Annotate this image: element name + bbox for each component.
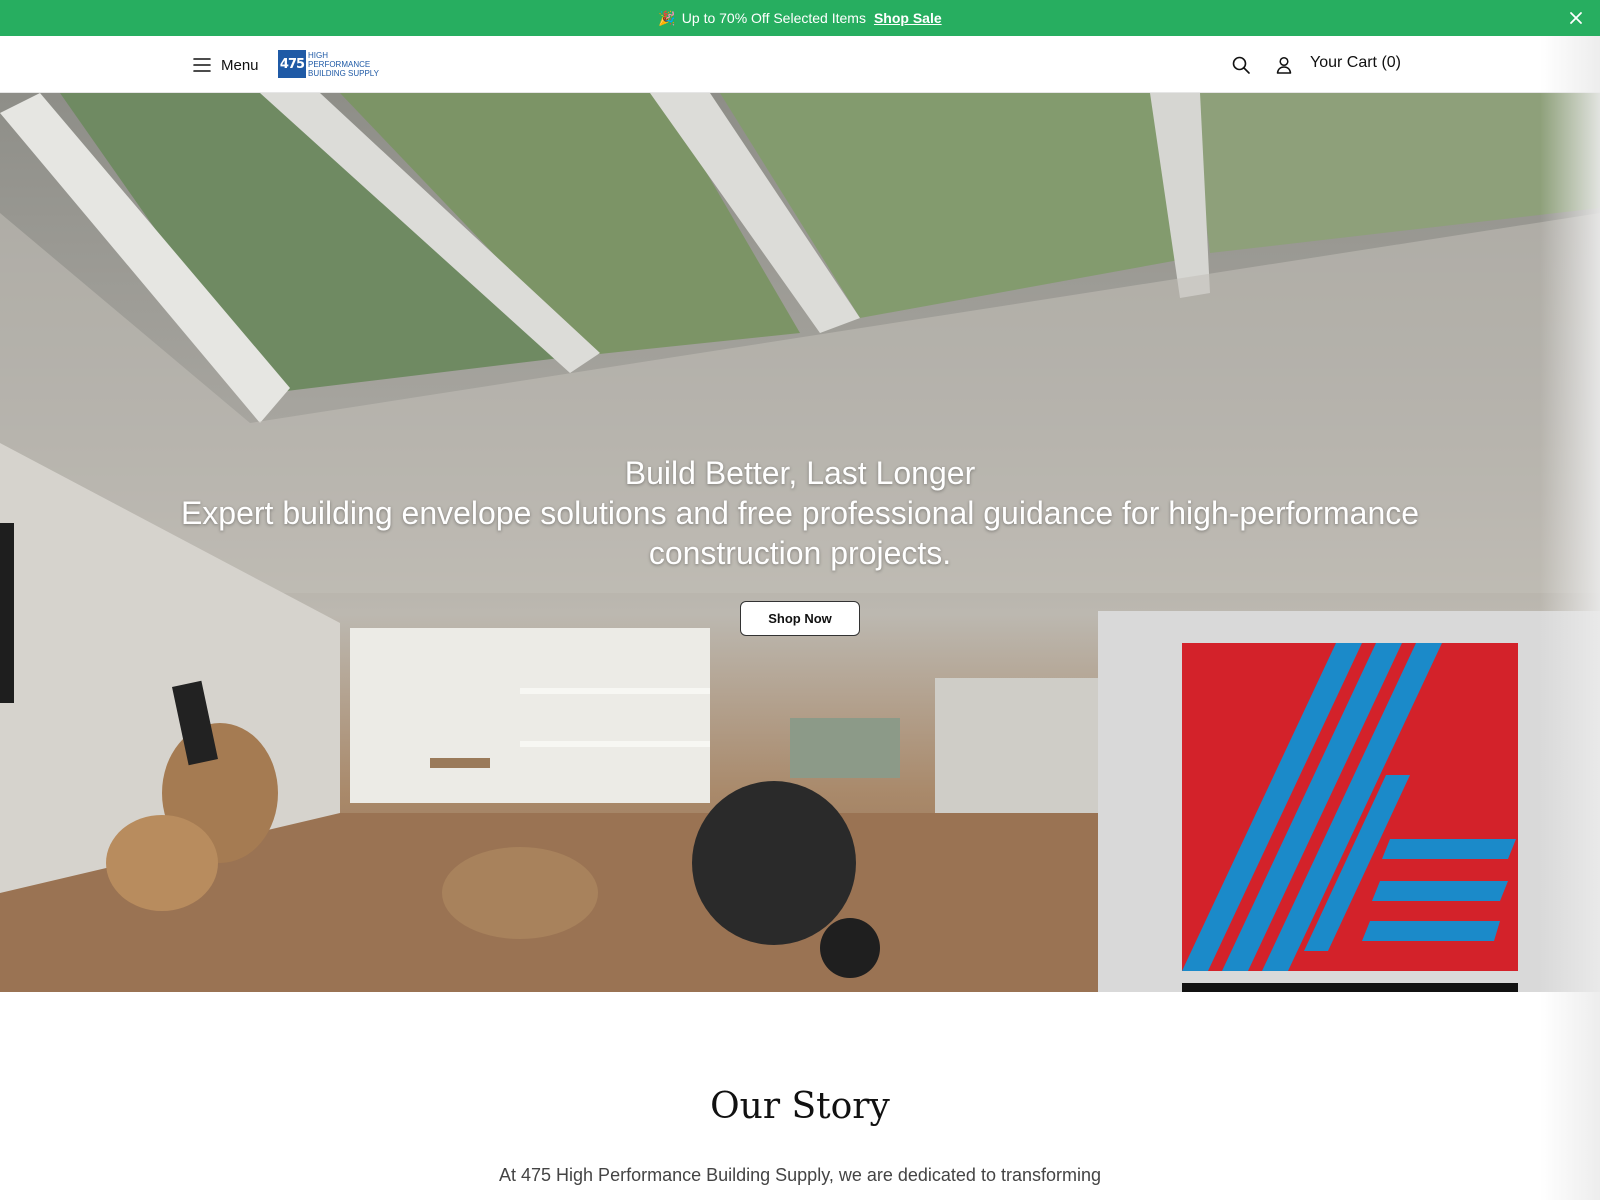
cart-link[interactable]: Your Cart (0): [1310, 54, 1401, 72]
logo-line-1: HIGH: [308, 50, 328, 60]
account-button[interactable]: [1274, 55, 1294, 75]
hero-banner: Build Better, Last Longer Expert buildin…: [0, 93, 1600, 992]
hero-title: Build Better, Last Longer: [624, 455, 976, 491]
shelf: [520, 688, 710, 694]
our-story-section: Our Story At 475 High Performance Buildi…: [0, 992, 1600, 1200]
search-icon: [1232, 56, 1250, 74]
logo-mark: 475: [278, 50, 306, 78]
search-button[interactable]: [1231, 55, 1251, 75]
announcement-text: Up to 70% Off Selected Items: [681, 10, 866, 26]
exercise-ball: [692, 781, 856, 945]
user-icon: [1276, 56, 1292, 74]
window: [790, 718, 900, 778]
close-announcement-button[interactable]: [1566, 8, 1586, 28]
hero-content: Build Better, Last Longer Expert buildin…: [0, 453, 1600, 636]
menu-button[interactable]: Menu: [193, 53, 259, 77]
brand-logo-panel: [1098, 611, 1600, 992]
stool: [430, 758, 490, 768]
site-logo[interactable]: 475 HIGH PERFORMANCE BUILDING SUPPLY: [278, 49, 388, 79]
story-title: Our Story: [710, 1086, 890, 1127]
hero-subtitle: Expert building envelope solutions and f…: [180, 495, 1420, 571]
hamburger-icon: [193, 58, 211, 72]
basket: [106, 815, 218, 911]
brand-logo: [1182, 643, 1518, 992]
shelf: [520, 741, 710, 747]
basket: [442, 847, 598, 939]
logo-line-2: PERFORMANCE: [308, 59, 371, 69]
site-header: Menu 475 HIGH PERFORMANCE BUILDING SUPPL…: [0, 36, 1600, 93]
shelving: [350, 628, 710, 803]
shop-sale-link[interactable]: Shop Sale: [874, 10, 942, 26]
party-emoji: 🎉: [658, 9, 676, 26]
logo-line-3: BUILDING SUPPLY: [308, 68, 379, 78]
story-text: At 475 High Performance Building Supply,…: [499, 1165, 1101, 1185]
announcement-bar: 🎉 Up to 70% Off Selected Items Shop Sale: [0, 0, 1600, 36]
menu-label: Menu: [221, 56, 259, 74]
shop-now-button[interactable]: Shop Now: [740, 601, 860, 636]
exercise-ball-small: [820, 918, 880, 978]
logo-wordmark: HIGH PERFORMANCE BUILDING SUPPLY: [308, 51, 379, 78]
close-icon: [1570, 12, 1582, 24]
